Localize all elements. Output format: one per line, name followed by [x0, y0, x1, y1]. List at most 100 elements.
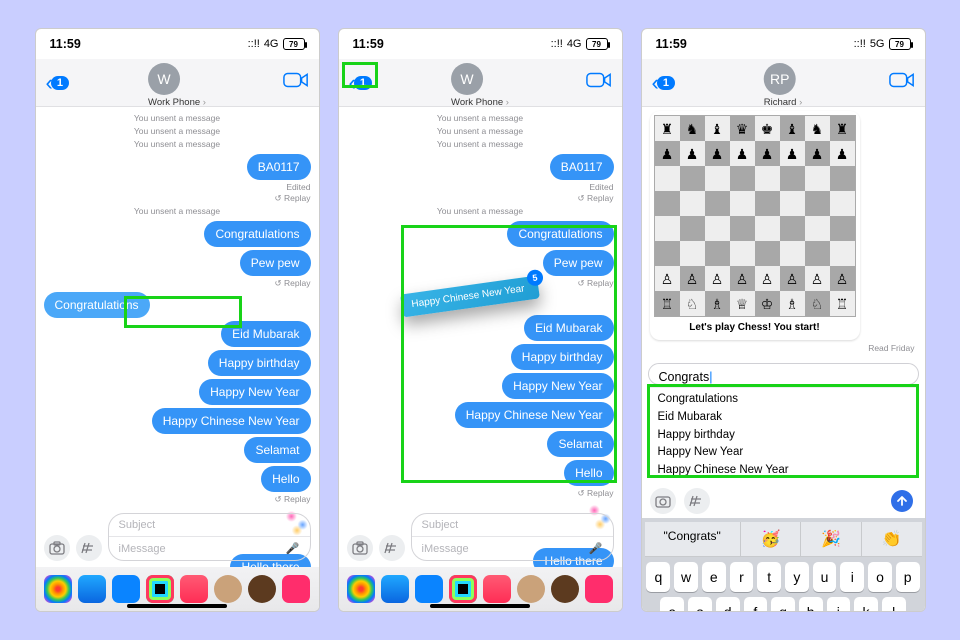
subject-input[interactable]: Subject	[412, 514, 613, 537]
sent-message[interactable]: Selamat	[244, 437, 310, 463]
dictation-icon[interactable]: 🎤	[286, 542, 300, 555]
key-i[interactable]: i	[840, 562, 864, 592]
dock-app-music[interactable]	[180, 575, 208, 603]
prediction-emoji[interactable]: 🎉	[801, 522, 862, 556]
replay-button[interactable]: ↺ Replay	[275, 494, 311, 504]
key-s[interactable]: s	[688, 597, 712, 611]
chess-square: ♟	[730, 141, 755, 166]
suggestion-item[interactable]: Happy Chinese New Year	[658, 462, 909, 480]
key-r[interactable]: r	[730, 562, 754, 592]
key-o[interactable]: o	[868, 562, 892, 592]
apps-button[interactable]	[76, 535, 102, 561]
key-w[interactable]: w	[674, 562, 698, 592]
avatar[interactable]: W	[451, 63, 483, 95]
key-u[interactable]: u	[813, 562, 837, 592]
dock-app-appstore[interactable]	[381, 575, 409, 603]
sent-message[interactable]: Happy birthday	[208, 350, 311, 376]
key-k[interactable]: k	[854, 597, 878, 611]
key-t[interactable]: t	[757, 562, 781, 592]
sent-message[interactable]: Happy Chinese New Year	[455, 402, 614, 428]
sent-message[interactable]: Selamat	[547, 431, 613, 457]
sent-message[interactable]: Happy Chinese New Year	[152, 408, 311, 434]
prediction-emoji[interactable]: 👏	[862, 522, 922, 556]
key-l[interactable]: l	[882, 597, 906, 611]
avatar[interactable]: W	[148, 63, 180, 95]
apps-button[interactable]	[379, 535, 405, 561]
dock-app-fitness[interactable]	[146, 575, 174, 603]
key-p[interactable]: p	[896, 562, 920, 592]
key-d[interactable]: d	[716, 597, 740, 611]
sent-message[interactable]: Eid Mubarak	[524, 315, 613, 341]
prediction-quoted[interactable]: "Congrats"	[645, 522, 741, 556]
key-a[interactable]: a	[660, 597, 684, 611]
sent-message[interactable]: Congratulations	[204, 221, 310, 247]
sent-message[interactable]: Pew pew	[543, 250, 614, 276]
dock-app-audio[interactable]	[112, 575, 140, 603]
back-button[interactable]: ‹ 1	[349, 72, 372, 94]
sent-message[interactable]: BA0117	[550, 154, 614, 180]
dock-app-appstore[interactable]	[78, 575, 106, 603]
facetime-button[interactable]	[586, 71, 612, 94]
sent-message[interactable]: Eid Mubarak	[221, 321, 310, 347]
dock-app-heart[interactable]	[585, 575, 613, 603]
contact-name[interactable]: Richard	[764, 97, 803, 108]
key-q[interactable]: q	[646, 562, 670, 592]
sent-message[interactable]: Pew pew	[240, 250, 311, 276]
camera-button[interactable]	[44, 535, 70, 561]
dictation-icon[interactable]: 🎤	[589, 542, 603, 555]
key-y[interactable]: y	[785, 562, 809, 592]
dock-app-memoji-2[interactable]	[551, 575, 579, 603]
dock-app-memoji-2[interactable]	[248, 575, 276, 603]
camera-button[interactable]	[347, 535, 373, 561]
subject-input[interactable]: Subject	[109, 514, 310, 537]
dock-app-music[interactable]	[483, 575, 511, 603]
dock-app-fitness[interactable]	[449, 575, 477, 603]
home-indicator[interactable]	[127, 604, 227, 608]
key-g[interactable]: g	[771, 597, 795, 611]
sent-message[interactable]: Happy New Year	[199, 379, 310, 405]
sent-message[interactable]: Hello	[564, 460, 613, 486]
chess-app-message[interactable]: ♜♞♝♛♚♝♞♜♟♟♟♟♟♟♟♟♙♙♙♙♙♙♙♙♖♘♗♕♔♗♘♖ Let's p…	[650, 111, 860, 340]
replay-button[interactable]: ↺ Replay	[578, 193, 614, 203]
sent-message[interactable]: Happy New Year	[502, 373, 613, 399]
suggestion-item[interactable]: Happy birthday	[658, 427, 909, 445]
dock-app-memoji-1[interactable]	[214, 575, 242, 603]
replay-button[interactable]: ↺ Replay	[275, 278, 311, 288]
dock-app-photos[interactable]	[44, 575, 72, 603]
key-j[interactable]: j	[827, 597, 851, 611]
key-f[interactable]: f	[744, 597, 768, 611]
facetime-button[interactable]	[283, 71, 309, 94]
sent-message[interactable]: Hello	[261, 466, 310, 492]
dock-app-heart[interactable]	[282, 575, 310, 603]
avatar[interactable]: RP	[764, 63, 796, 95]
prediction-emoji[interactable]: 🥳	[741, 522, 802, 556]
message-input[interactable]: iMessage 🎤	[109, 537, 310, 560]
replay-button[interactable]: ↺ Replay	[275, 193, 311, 203]
suggestion-item[interactable]: Congratulations	[658, 391, 909, 409]
sent-message[interactable]: Congratulations	[507, 221, 613, 247]
conversation-view[interactable]: ♜♞♝♛♚♝♞♜♟♟♟♟♟♟♟♟♙♙♙♙♙♙♙♙♖♘♗♕♔♗♘♖ Let's p…	[642, 107, 925, 611]
back-button[interactable]: ‹ 1	[652, 72, 675, 94]
sent-message[interactable]: Happy birthday	[511, 344, 614, 370]
dock-app-audio[interactable]	[415, 575, 443, 603]
home-indicator[interactable]	[430, 604, 530, 608]
chess-square: ♘	[680, 291, 705, 316]
dock-app-photos[interactable]	[347, 575, 375, 603]
key-h[interactable]: h	[799, 597, 823, 611]
sent-message[interactable]: BA0117	[247, 154, 311, 180]
back-button[interactable]: ‹ 1	[46, 72, 69, 94]
key-e[interactable]: e	[702, 562, 726, 592]
apps-button[interactable]	[684, 488, 710, 514]
status-signal: ::!!	[248, 38, 260, 50]
send-button[interactable]	[891, 490, 913, 512]
facetime-button[interactable]	[889, 71, 915, 94]
replay-button[interactable]: ↺ Replay	[578, 278, 614, 288]
camera-button[interactable]	[650, 488, 676, 514]
replay-button[interactable]: ↺ Replay	[578, 488, 614, 498]
message-input[interactable]: Congrats	[648, 363, 919, 385]
tapback-bubble[interactable]: Congratulations	[44, 292, 150, 318]
dock-app-memoji-1[interactable]	[517, 575, 545, 603]
suggestion-item[interactable]: Eid Mubarak	[658, 409, 909, 427]
suggestion-item[interactable]: Happy New Year	[658, 444, 909, 462]
message-input[interactable]: iMessage 🎤	[412, 537, 613, 560]
